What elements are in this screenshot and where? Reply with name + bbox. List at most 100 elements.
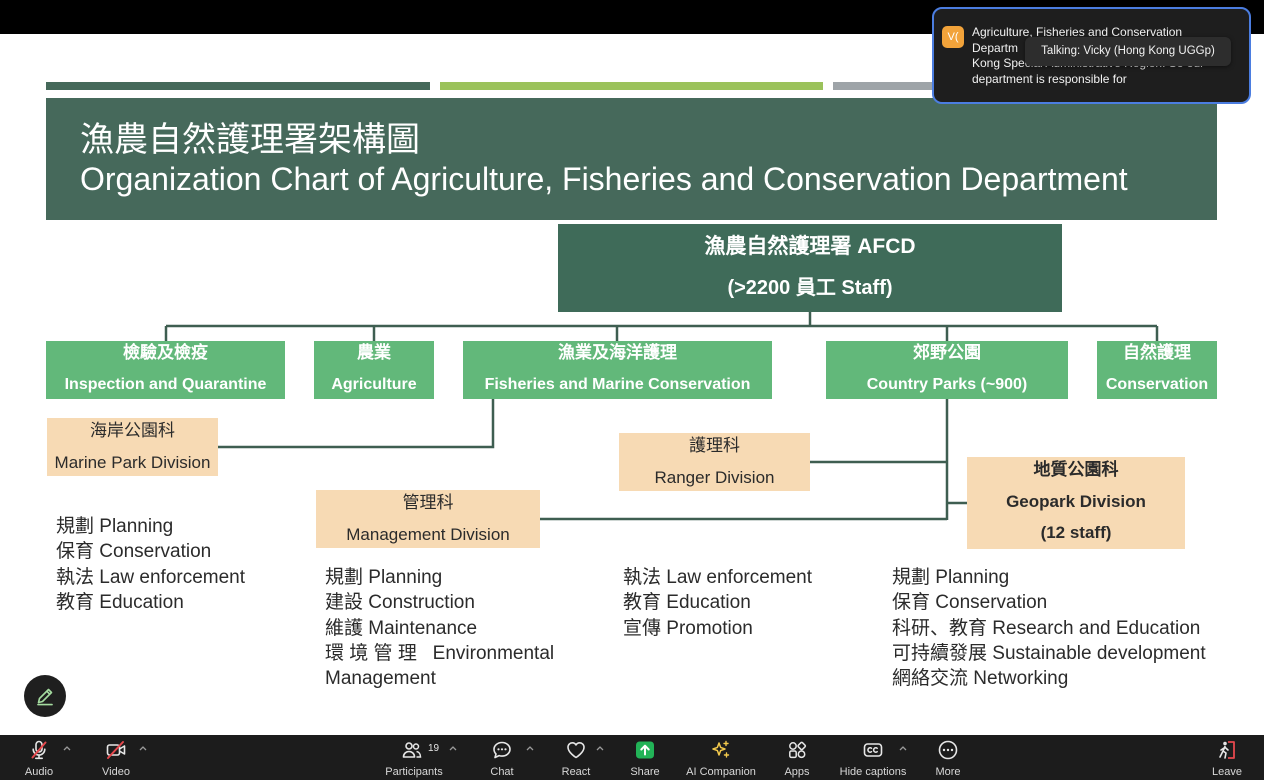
division-staff-count: (12 staff) [1040,523,1112,542]
division-label-en: Marine Park Division [54,453,211,472]
branch-label-zh: 自然護理 [1123,343,1191,362]
talking-indicator-tooltip: Talking: Vicky (Hong Kong UGGp) [1025,37,1231,66]
list-item: 網絡交流 Networking [892,668,1069,690]
list-item: 規劃 Planning [892,567,1010,588]
branch-agriculture: 農業 Agriculture [314,341,434,399]
ai-companion-button[interactable]: AI Companion [683,735,759,780]
list-item: 保育 Conservation [56,541,212,563]
apps-label: Apps [784,766,810,778]
branch-label-zh: 農業 [357,343,391,362]
slide-title-english: Organization Chart of Agriculture, Fishe… [80,161,1128,197]
chat-button[interactable]: Chat [464,735,540,780]
participants-label: Participants [385,766,443,778]
branch-label-en: Agriculture [331,376,417,393]
org-root-afcd: 漁農自然護理署 AFCD (>2200 員工 Staff) [558,224,1062,312]
division-marine-park: 海岸公園科 Marine Park Division [47,418,218,476]
list-item: 保育 Conservation [892,592,1048,614]
marine-park-duties-list: 規劃 Planning 保育 Conservation 執法 Law enfor… [56,514,245,615]
list-item: 維護 Maintenance [325,617,478,639]
branch-country-parks: 郊野公園 Country Parks (~900) [826,341,1068,399]
list-item: 教育 Education [56,591,184,613]
audio-options-caret[interactable] [63,745,71,751]
participants-count-badge: 19 [428,743,440,754]
division-label-en: Ranger Division [654,468,775,487]
slide-accent-bar-light-green [440,82,823,90]
list-item: 環 境 管 理 Environmental [325,642,555,664]
list-item: 建設 Construction [325,592,475,614]
division-label-zh: 管理科 [402,493,454,512]
share-button[interactable]: Share [607,735,683,780]
branch-fisheries-marine-conservation: 漁業及海洋護理 Fisheries and Marine Conservatio… [463,341,772,399]
ai-companion-label: AI Companion [686,766,756,778]
ranger-duties-list: 執法 Law enforcement 教育 Education 宣傳 Promo… [623,565,812,641]
microphone-muted-icon [29,740,49,760]
division-label-en: Geopark Division [1006,492,1146,511]
chat-options-caret[interactable] [526,745,534,751]
branch-label-en: Inspection and Quarantine [64,376,267,393]
list-item: 執法 Law enforcement [623,567,813,588]
more-button[interactable]: More [910,735,986,780]
branch-inspection-quarantine: 檢驗及檢疫 Inspection and Quarantine [46,341,285,399]
participants-icon [402,740,422,760]
list-item: 規劃 Planning [56,516,174,537]
slide-accent-bar-dark-green [46,82,430,90]
apps-button[interactable]: Apps [759,735,835,780]
list-item: 宣傳 Promotion [623,617,753,639]
list-item: Management [325,668,436,690]
video-options-caret[interactable] [139,745,147,751]
video-label: Video [102,766,130,778]
leave-icon [1217,740,1237,760]
speaker-avatar: V( [942,26,964,48]
participants-button[interactable]: 19 Participants [376,735,452,780]
branch-label-en: Country Parks (~900) [866,376,1028,393]
list-item: 執法 Law enforcement [56,566,246,588]
slide-title-chinese: 漁農自然護理署架構圖 [80,121,420,159]
branch-label-en: Fisheries and Marine Conservation [484,376,751,393]
leave-button[interactable]: Leave [1197,735,1257,780]
captions-options-caret[interactable] [899,745,907,751]
org-root-name: 漁農自然護理署 AFCD [704,235,916,258]
chat-icon [492,740,512,760]
pencil-icon [37,688,53,706]
sparkle-icon [711,740,731,760]
branch-label-zh: 漁業及海洋護理 [558,343,677,362]
geopark-duties-list: 規劃 Planning 保育 Conservation 科研、教育 Resear… [892,565,1206,691]
branch-label-en: Conservation [1105,376,1209,393]
heart-icon [566,740,586,760]
more-label: More [935,766,961,778]
division-label-zh: 護理科 [689,436,740,455]
division-label-zh: 海岸公園科 [90,421,175,440]
list-item: 可持續發展 Sustainable development [892,642,1206,664]
division-ranger: 護理科 Ranger Division [619,433,810,491]
management-duties-list: 規劃 Planning 建設 Construction 維護 Maintenan… [325,565,554,691]
share-screen-icon [635,740,655,760]
share-label: Share [630,766,660,778]
participants-options-caret[interactable] [449,745,457,751]
division-geopark: 地質公園科 Geopark Division (12 staff) [967,457,1185,549]
branch-label-zh: 郊野公園 [913,343,981,362]
branch-label-zh: 檢驗及檢疫 [123,343,208,362]
list-item: 規劃 Planning [325,567,443,588]
react-options-caret[interactable] [596,745,604,751]
division-label-en: Management Division [346,525,510,544]
connector-marine-park [218,399,495,449]
video-muted-icon [106,740,126,760]
video-button[interactable]: Video [78,735,154,780]
hide-captions-button[interactable]: Hide captions [835,735,911,780]
annotate-button[interactable] [24,675,66,717]
apps-icon [787,740,807,760]
leave-label: Leave [1212,766,1242,778]
slide-title-banner: 漁農自然護理署架構圖 Organization Chart of Agricul… [46,98,1217,220]
audio-button[interactable]: Audio [1,735,77,780]
org-root-staff: (>2200 員工 Staff) [727,277,893,299]
caption-line: department is responsible for [972,72,1127,87]
closed-captions-icon [863,740,883,760]
list-item: 教育 Education [623,592,751,614]
list-item: 科研、教育 Research and Education [892,617,1201,639]
division-label-zh: 地質公園科 [1033,460,1119,479]
branch-conservation: 自然護理 Conservation [1097,341,1217,399]
meeting-controls-toolbar: Audio Video 19 Participants Chat React S… [0,735,1264,780]
more-icon [938,740,958,760]
audio-label: Audio [24,766,54,778]
division-management: 管理科 Management Division [316,490,540,548]
